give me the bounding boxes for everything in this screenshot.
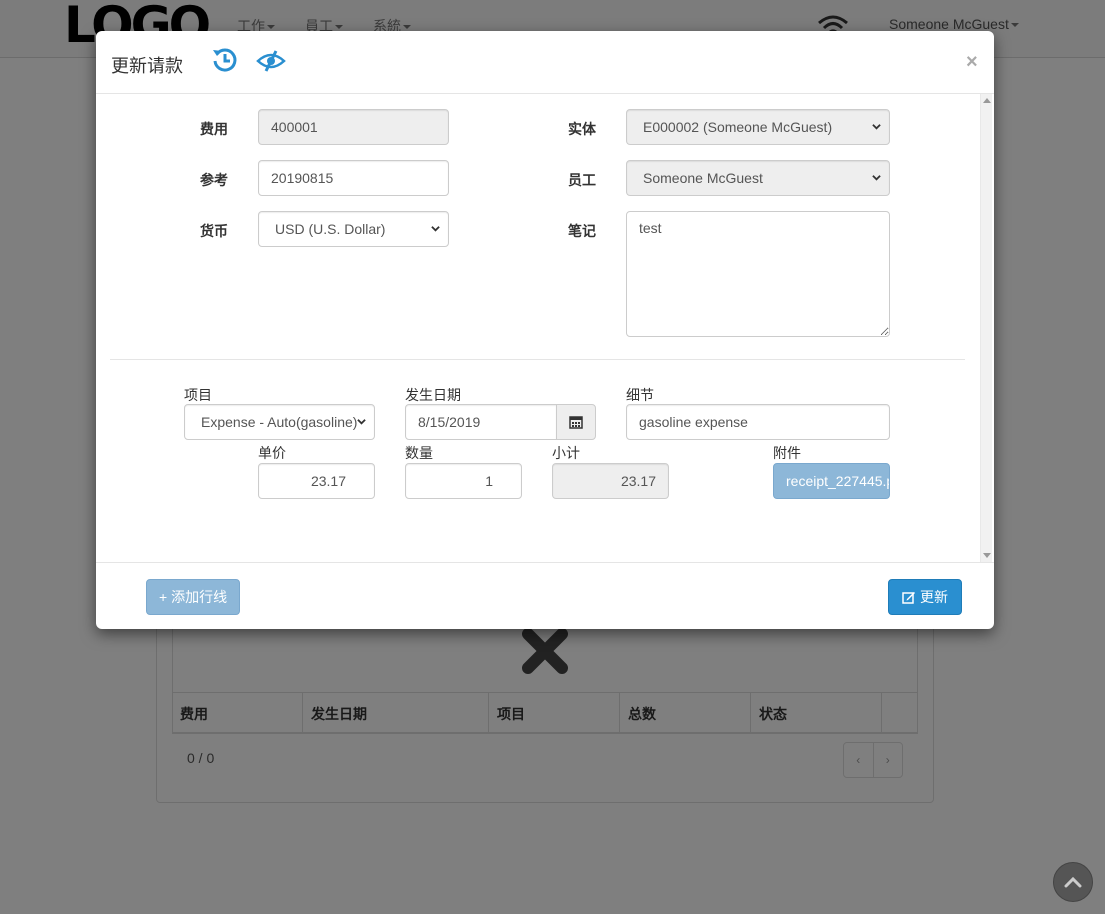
subtotal-field: 23.17 (552, 463, 669, 499)
expense-field: 400001 (258, 109, 449, 145)
item-select-value: Expense - Auto(gasoline) (201, 414, 358, 430)
employee-select-value: Someone McGuest (643, 170, 763, 186)
item-label: 项目 (184, 387, 212, 403)
date-field[interactable]: 8/15/2019 (405, 404, 557, 440)
currency-label: 货币 (200, 223, 228, 239)
chevron-down-icon (431, 226, 440, 232)
update-claim-modal: 更新请款 × 费用 400001 参考 20190815 货币 USD (U.S… (96, 31, 994, 629)
chevron-down-icon (872, 175, 881, 181)
detail-label: 细节 (626, 387, 654, 403)
history-icon[interactable] (211, 46, 239, 74)
calendar-icon (569, 416, 583, 429)
employee-label: 员工 (568, 172, 596, 188)
scroll-to-top-button[interactable] (1053, 862, 1093, 902)
attachment-label: 附件 (773, 445, 801, 461)
entity-select[interactable]: E000002 (Someone McGuest) (626, 109, 890, 145)
scroll-down-icon[interactable] (983, 553, 991, 558)
modal-footer: + 添加行线 更新 (96, 562, 994, 629)
employee-select[interactable]: Someone McGuest (626, 160, 890, 196)
update-button-label: 更新 (920, 589, 948, 605)
quantity-field[interactable]: 1 (405, 463, 522, 499)
price-label: 单价 (258, 445, 286, 461)
reference-label: 参考 (200, 172, 228, 188)
price-field[interactable]: 23.17 (258, 463, 375, 499)
attachment-button[interactable]: receipt_227445.pdf (773, 463, 890, 499)
expense-label: 费用 (200, 121, 228, 137)
entity-label: 实体 (568, 121, 596, 137)
chevron-down-icon (357, 419, 366, 425)
quantity-label: 数量 (405, 445, 433, 461)
date-label: 发生日期 (405, 387, 461, 403)
update-button[interactable]: 更新 (888, 579, 962, 615)
modal-header: 更新请款 × (96, 31, 994, 94)
chevron-up-icon (1064, 876, 1082, 888)
currency-select-value: USD (U.S. Dollar) (275, 221, 386, 237)
edit-icon (902, 592, 915, 604)
modal-close-button[interactable]: × (966, 51, 978, 74)
reference-field[interactable]: 20190815 (258, 160, 449, 196)
section-divider (110, 359, 965, 360)
date-picker-button[interactable] (556, 404, 596, 440)
chevron-down-icon (872, 124, 881, 130)
item-select[interactable]: Expense - Auto(gasoline) (184, 404, 375, 440)
entity-select-value: E000002 (Someone McGuest) (643, 119, 833, 135)
eye-slash-icon[interactable] (256, 49, 286, 73)
currency-select[interactable]: USD (U.S. Dollar) (258, 211, 449, 247)
scroll-up-icon[interactable] (983, 98, 991, 103)
modal-body-scrollbar[interactable] (980, 94, 992, 562)
add-line-button[interactable]: + 添加行线 (146, 579, 241, 615)
modal-body: 费用 400001 参考 20190815 货币 USD (U.S. Dolla… (96, 94, 994, 562)
note-textarea[interactable]: test (626, 211, 890, 337)
subtotal-label: 小计 (552, 445, 580, 461)
modal-title: 更新请款 (111, 56, 183, 76)
note-label: 笔记 (568, 223, 596, 239)
detail-field[interactable]: gasoline expense (626, 404, 890, 440)
